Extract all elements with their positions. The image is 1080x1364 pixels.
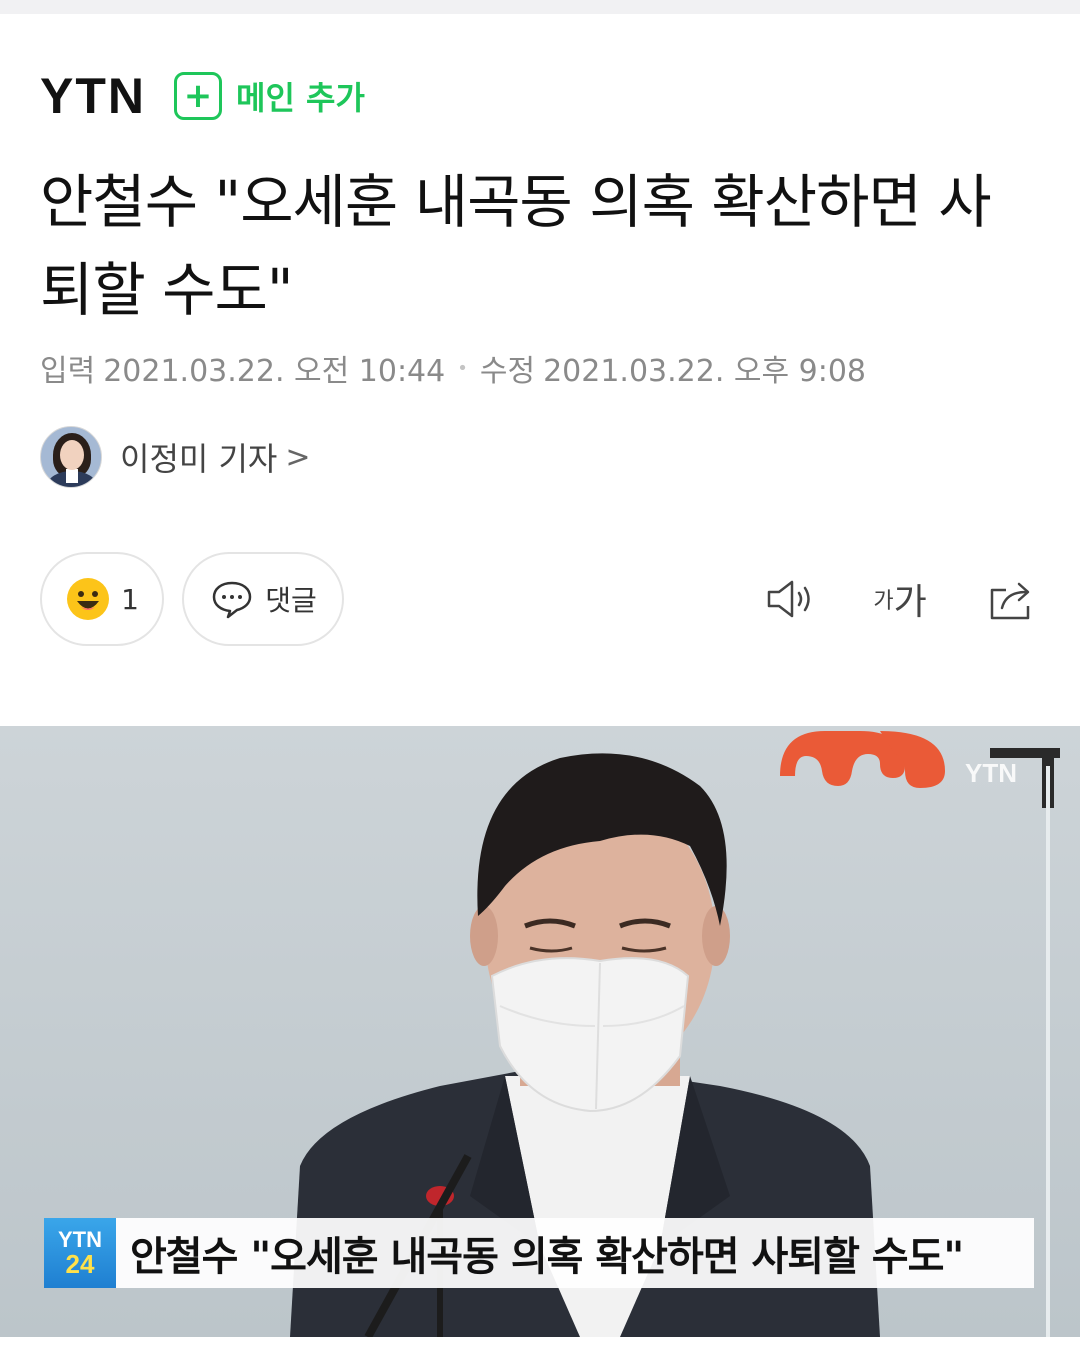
font-size-icon-small: 가 [873, 589, 894, 614]
author-avatar [40, 426, 102, 488]
comment-label: 댓글 [265, 584, 317, 617]
published-date: 2021.03.22. 오전 10:44 [103, 354, 446, 389]
comment-button[interactable]: 댓글 [182, 552, 344, 646]
modified-date: 2021.03.22. 오후 9:08 [543, 354, 867, 389]
dot-separator: • [457, 357, 468, 379]
reaction-button[interactable]: 1 [40, 552, 164, 646]
article-action-bar: 1 댓글 가 가 [40, 552, 1040, 646]
font-size-icon-large: 가 [893, 582, 927, 623]
article-dates: 입력 2021.03.22. 오전 10:44 • 수정 2021.03.22.… [40, 346, 866, 390]
modified-label: 수정 [479, 354, 536, 389]
add-to-main-button[interactable]: + 메인 추가 [174, 72, 365, 120]
speaker-icon [767, 580, 810, 618]
ytn-logo[interactable]: YTN [40, 71, 146, 121]
plus-icon: + [174, 72, 222, 120]
status-strip [0, 0, 1080, 14]
reaction-count: 1 [121, 582, 139, 616]
ytn24-badge-bottom: 24 [65, 1249, 95, 1279]
caption-text: 안철수 "오세훈 내곡동 의혹 확산하면 사퇴할 수도" [130, 1234, 964, 1280]
font-size-button[interactable]: 가 가 [868, 572, 932, 626]
ytn-watermark: YTN [965, 758, 1017, 788]
share-button[interactable] [984, 572, 1040, 626]
article-headline: 안철수 "오세훈 내곡동 의혹 확산하면 사퇴할 수도" [40, 168, 992, 324]
ytn24-badge: YTN 24 [44, 1218, 116, 1288]
press-header: YTN + 메인 추가 [40, 68, 365, 124]
author-link[interactable]: 이정미 기자 > [40, 426, 311, 488]
author-name: 이정미 기자 [120, 440, 278, 478]
share-icon [990, 582, 1030, 620]
ytn24-badge-top: YTN [58, 1227, 102, 1252]
chevron-right-icon: > [285, 439, 311, 475]
broadcast-caption: YTN 24 안철수 "오세훈 내곡동 의혹 확산하면 사퇴할 수도" [44, 1218, 1034, 1288]
published-label: 입력 [40, 354, 96, 389]
add-to-main-label: 메인 추가 [236, 79, 365, 117]
smiley-icon [67, 578, 110, 620]
comment-bubble-icon [212, 581, 252, 619]
article-photo[interactable]: YTN YTN 24 안철수 "오세훈 내곡동 의혹 확산하면 사퇴할 수도" [0, 726, 1080, 1337]
text-to-speech-button[interactable] [764, 572, 818, 626]
